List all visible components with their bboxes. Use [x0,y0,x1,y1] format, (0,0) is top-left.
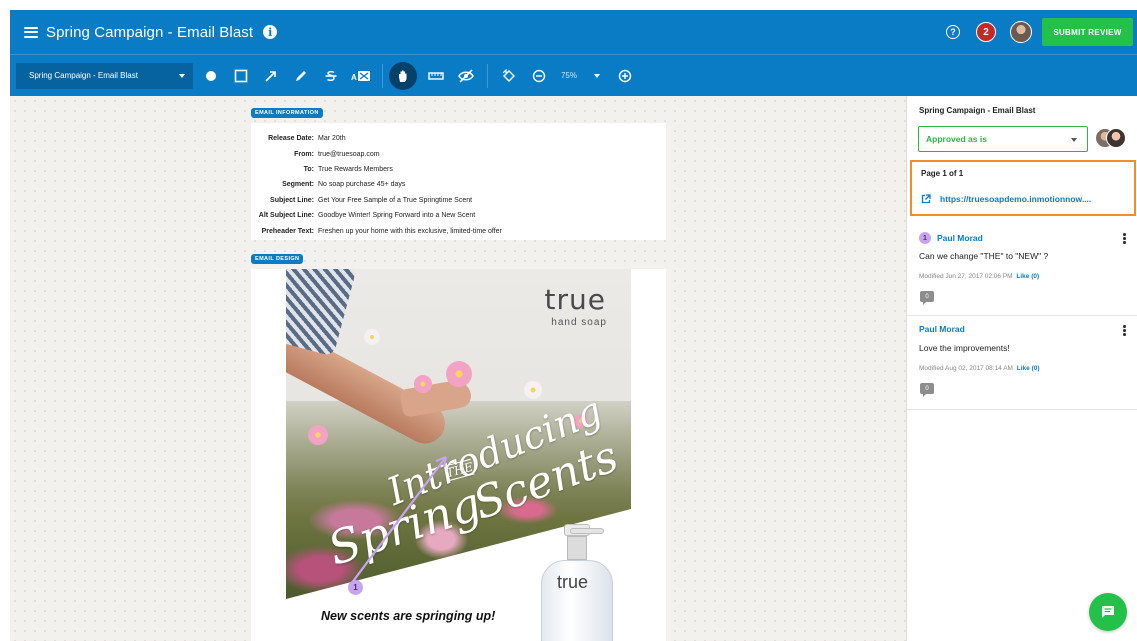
chat-button[interactable] [1089,593,1127,631]
info-row: Preheader Text: Freshen up your home with… [251,223,666,238]
info-key: Alt Subject Line: [258,212,314,220]
rectangle-tool-icon[interactable] [226,61,256,91]
comment-text: Can we change "THE" to "NEW" ? [919,251,1049,261]
page-link-box: Page 1 of 1 https://truesoapdemo.inmotio… [910,160,1136,216]
info-row: Segment: No soap purchase 45+ days [251,177,666,192]
approval-status-value: Approved as is [926,134,987,144]
reply-count-icon[interactable]: 0 [920,291,934,305]
document-select-label: Spring Campaign - Email Blast [29,71,138,80]
info-key: Preheader Text: [261,227,314,235]
circle-tool-icon[interactable] [196,61,226,91]
more-options-icon[interactable] [1123,325,1126,336]
bottle-label: true [557,572,589,592]
svg-text:A: A [351,73,357,82]
comment-meta: Modified Jun 27, 2017 02:06 PM Like (0) [919,273,1039,280]
approval-status-select[interactable]: Approved as is [918,126,1088,152]
info-row: From: true@truesoap.com [251,146,666,161]
info-row: To: True Rewards Members [251,162,666,177]
hand-tool-icon[interactable] [389,61,417,90]
info-value: true@truesoap.com [318,150,380,158]
chevron-down-icon [179,73,185,78]
zoom-out-icon[interactable] [524,61,554,91]
panel-title: Spring Campaign - Email Blast [919,106,1036,115]
like-button[interactable]: Like (0) [1016,273,1039,280]
info-value: Goodbye Winter! Spring Forward into a Ne… [318,212,476,220]
zoom-chevron-down-icon[interactable] [594,73,600,78]
info-icon[interactable]: i [263,25,278,39]
collaborator-avatars[interactable] [1095,127,1129,149]
info-key: Segment: [282,181,314,189]
hide-annotations-icon[interactable] [451,61,481,91]
info-value: Freshen up your home with this exclusive… [318,227,502,235]
annotation-marker[interactable]: 1 [348,580,363,595]
document-select[interactable]: Spring Campaign - Email Blast [16,62,193,89]
page-label: Page 1 of 1 [921,169,964,178]
email-information-label: EMAIL INFORMATION [251,108,323,118]
brand-logo-text: true [544,283,606,316]
comment-number-badge[interactable]: 1 [919,232,931,244]
comment-item: Paul Morad Love the improvements! Modifi… [907,316,1137,410]
arrow-tool-icon[interactable] [256,61,286,91]
page-link[interactable]: https://truesoapdemo.inmotionnow.... [921,194,1091,204]
info-key: Release Date: [268,135,314,143]
comment-timestamp: Modified Jun 27, 2017 02:06 PM [919,273,1013,280]
user-avatar[interactable] [1010,21,1032,43]
help-icon[interactable]: ? [946,25,960,39]
brand-subtitle: hand soap [551,317,607,328]
more-options-icon[interactable] [1123,233,1126,244]
info-key: Subject Line: [270,196,314,204]
toolbar-divider [487,63,488,88]
info-row: Release Date: Mar 20th [251,131,666,146]
toolbar-divider [382,63,383,88]
external-link-icon [921,194,931,204]
app-header: Spring Campaign - Email Blast i ? 2 SUBM… [10,10,1137,54]
comment-text: Love the improvements! [919,343,1010,353]
comment-author[interactable]: Paul Morad [919,324,965,334]
chevron-down-icon [1071,138,1077,142]
avatar [1106,128,1126,148]
text-replace-tool-icon[interactable]: A [346,61,376,91]
proof-canvas[interactable]: EMAIL INFORMATION Release Date: Mar 20th … [10,96,906,641]
submit-review-button[interactable]: SUBMIT REVIEW [1042,18,1133,46]
annotation-arrow[interactable] [346,449,456,589]
email-tagline: New scents are springing up! [321,609,496,623]
zoom-in-icon[interactable] [610,61,640,91]
pen-tool-icon[interactable] [286,61,316,91]
email-design-card: true hand soap Introducing THE Scents Sp… [251,269,666,641]
info-key: To: [303,165,314,173]
comment-meta: Modified Aug 02, 2017 08:14 AM Like (0) [919,365,1040,372]
notification-badge[interactable]: 2 [976,22,996,42]
strikethrough-tool-icon[interactable] [316,61,346,91]
review-panel: Spring Campaign - Email Blast Approved a… [906,96,1137,641]
menu-icon[interactable] [24,26,38,38]
soap-bottle-image: true [529,524,619,641]
info-key: From: [294,150,314,158]
chat-icon [1102,606,1114,618]
email-design-label: EMAIL DESIGN [251,254,304,264]
info-value: Mar 20th [318,135,346,143]
info-value: No soap purchase 45+ days [318,181,406,189]
comment-timestamp: Modified Aug 02, 2017 08:14 AM [919,365,1013,372]
email-information-card: Release Date: Mar 20th From: true@truesoap… [251,123,666,240]
info-value: True Rewards Members [318,165,393,173]
rotate-icon[interactable] [494,61,524,91]
page-link-text[interactable]: https://truesoapdemo.inmotionnow.... [940,194,1091,204]
info-row: Alt Subject Line: Goodbye Winter! Spring … [251,208,666,223]
measure-tool-icon[interactable] [421,61,451,91]
info-value: Get Your Free Sample of a True Springtim… [318,196,473,204]
annotation-toolbar: Spring Campaign - Email Blast A 75% [10,54,1137,96]
like-button[interactable]: Like (0) [1017,365,1040,372]
reply-count-icon[interactable]: 0 [920,383,934,397]
zoom-level[interactable]: 75% [554,71,584,80]
page-title: Spring Campaign - Email Blast [46,23,254,41]
info-row: Subject Line: Get Your Free Sample of a T… [251,193,666,208]
comment-item: 1 Paul Morad Can we change "THE" to "NEW… [907,224,1137,316]
comment-author[interactable]: Paul Morad [937,233,983,243]
